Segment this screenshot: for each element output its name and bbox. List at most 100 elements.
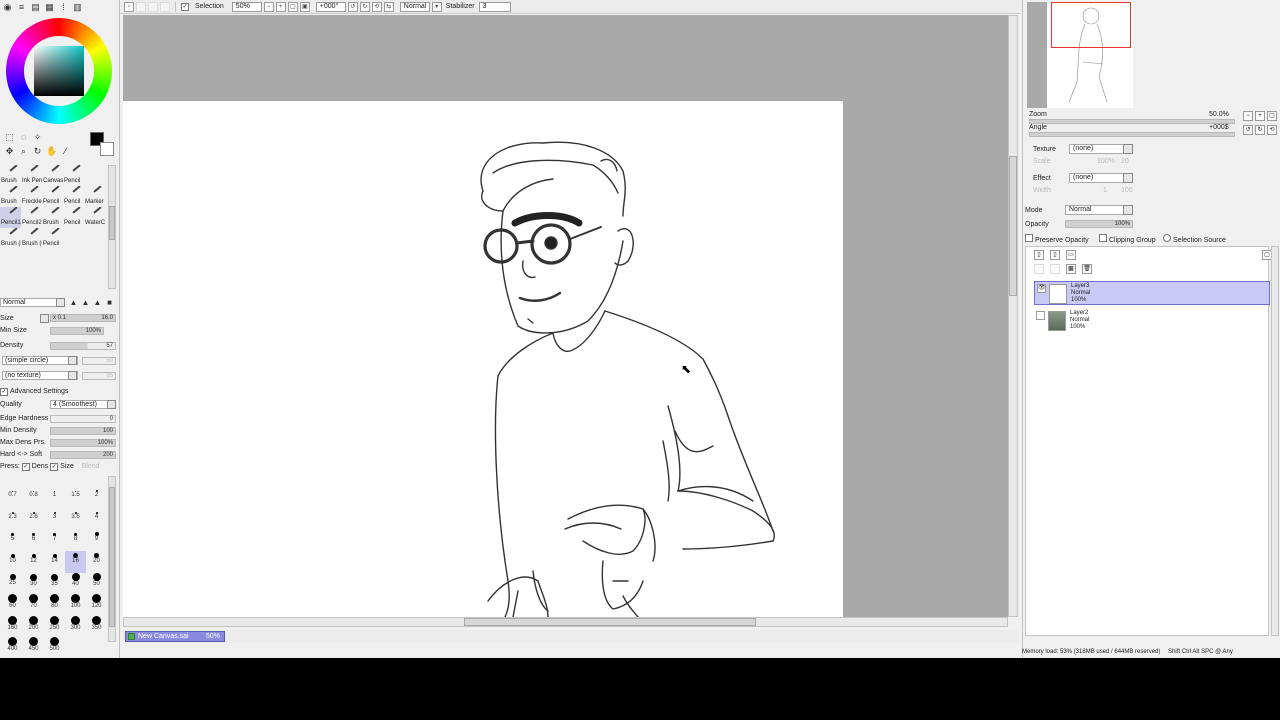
brush-size-option[interactable]: 450	[23, 637, 44, 659]
selection-clear-icon[interactable]	[160, 1, 170, 12]
color-wheel-mode-icon[interactable]: ◉	[2, 2, 13, 13]
canvas-horizontal-scroll-thumb[interactable]	[464, 618, 756, 626]
brush-tool-slot[interactable]: Pencil2	[21, 207, 42, 228]
rotate-left-icon[interactable]: ↺	[347, 1, 358, 12]
brush-size-option[interactable]: 200	[23, 615, 44, 637]
flip-horizontal-icon[interactable]: ⇆	[383, 1, 394, 12]
brush-size-option[interactable]: 7	[44, 529, 65, 551]
navigator-preview[interactable]	[1027, 2, 1133, 108]
zoom-out-icon[interactable]: −	[1243, 111, 1253, 121]
canvas-horizontal-scrollbar[interactable]	[123, 617, 1008, 627]
shape-strength[interactable]: 50	[82, 357, 116, 365]
brush-grid-scroll-thumb[interactable]	[109, 206, 115, 240]
new-layer-set-icon[interactable]: ▯	[1050, 250, 1060, 260]
chevron-down-icon[interactable]	[107, 400, 116, 409]
rotate-left-icon[interactable]: ↺	[1243, 125, 1253, 135]
new-folder-icon[interactable]: ▭	[1066, 250, 1076, 260]
zoom-slider[interactable]	[1029, 119, 1235, 124]
brush-size-option[interactable]: 4	[86, 508, 107, 530]
brush-size-option[interactable]: 500	[44, 637, 65, 659]
brush-size-option[interactable]: 100	[65, 594, 86, 616]
brush-blend-mode-select[interactable]: Normal	[0, 298, 64, 307]
angle-slider[interactable]	[1029, 132, 1235, 137]
max-dens-prs-slider[interactable]: 100%	[50, 439, 116, 447]
brush-size-option[interactable]: 70	[23, 594, 44, 616]
radio-icon[interactable]	[1163, 234, 1171, 242]
brush-size-option[interactable]: 20	[86, 551, 107, 573]
checkbox-icon[interactable]	[1099, 234, 1107, 242]
texture-strength[interactable]: 95	[82, 372, 116, 380]
brush-tool-slot[interactable]: Ink Pen	[21, 165, 42, 186]
brush-tool-slot[interactable]: Brush	[42, 207, 63, 228]
brush-tool-slot[interactable]: Brush (C	[21, 228, 42, 249]
brush-tool-slot[interactable]: Pencil	[42, 228, 63, 249]
layer-item-layer2[interactable]: Layer2 Normal 100%	[1034, 309, 1270, 333]
dens-checkbox-icon[interactable]: ✓	[21, 463, 30, 471]
chevron-down-icon[interactable]	[1123, 144, 1133, 154]
zoom-in-icon[interactable]: +	[275, 1, 286, 12]
selection-source-option[interactable]: Selection Source	[1163, 234, 1226, 244]
zoom-reset-icon[interactable]: ▢	[287, 1, 298, 12]
brush-size-option[interactable]: 3.5	[65, 508, 86, 530]
brush-tool-slot[interactable]: Pencil1	[0, 207, 21, 228]
density-slider[interactable]: 57	[50, 342, 116, 350]
brush-size-option[interactable]: 2	[86, 486, 107, 508]
color-wheel[interactable]	[6, 18, 112, 124]
rotation-input[interactable]: +000°	[315, 1, 346, 12]
brush-size-option[interactable]: 80	[44, 594, 65, 616]
brush-size-option[interactable]: 16	[65, 550, 86, 573]
new-layer-icon[interactable]: ▯	[1034, 250, 1044, 260]
chevron-down-icon[interactable]	[1123, 173, 1133, 183]
zoom-out-icon[interactable]: −	[263, 1, 274, 12]
brush-size-option[interactable]: 2.3	[2, 508, 23, 530]
swatch-mode-icon[interactable]: ▦	[44, 2, 55, 13]
size-slider[interactable]: x 0.1 16.0	[50, 314, 116, 322]
brush-size-option[interactable]: 40	[65, 572, 86, 594]
checkbox-icon[interactable]: ✓	[0, 388, 8, 396]
canvas-viewport[interactable]	[123, 15, 1018, 617]
size-grid-scroll-thumb[interactable]	[109, 487, 115, 627]
brush-size-option[interactable]: 0.7	[2, 486, 23, 508]
deselect-icon[interactable]: ▫	[124, 1, 134, 12]
brush-size-option[interactable]: 35	[44, 572, 65, 594]
brush-tool-slot[interactable]: Freckles	[21, 186, 42, 207]
background-color-swatch[interactable]	[100, 142, 114, 156]
layer-mask-icon[interactable]: ▩	[1066, 264, 1076, 274]
brush-tool-slot[interactable]: Marker	[84, 186, 105, 207]
brush-tool-slot[interactable]: Pencil	[42, 186, 63, 207]
slider-mode-icon[interactable]: ▤	[30, 2, 41, 13]
rotate-right-icon[interactable]: ↻	[1255, 125, 1265, 135]
brush-size-option[interactable]: 50	[86, 572, 107, 594]
brush-shape-round-icon[interactable]: ▲	[80, 297, 91, 308]
brush-size-option[interactable]: 14	[44, 551, 65, 573]
size-checkbox-icon[interactable]: ✓	[50, 463, 59, 471]
navigator-view-rect[interactable]	[1051, 2, 1131, 48]
eyedropper-icon[interactable]: ⁄	[60, 146, 71, 157]
brush-size-option[interactable]: 12	[23, 551, 44, 573]
chevron-down-icon[interactable]: ▾	[431, 1, 442, 12]
brush-tool-slot[interactable]: WaterCo	[84, 207, 105, 228]
brush-size-option[interactable]: 2.6	[23, 508, 44, 530]
zoom-reset-icon[interactable]: ▢	[1267, 111, 1277, 121]
chevron-down-icon[interactable]	[56, 298, 65, 307]
rect-select-icon[interactable]: ⬚	[4, 132, 15, 143]
rotate-reset-icon[interactable]: ⟲	[1267, 125, 1277, 135]
document-tab[interactable]: New Canvas.sai 50%	[125, 631, 225, 642]
canvas-vertical-scrollbar[interactable]	[1008, 15, 1018, 617]
brush-size-option[interactable]: 5	[2, 529, 23, 551]
chevron-down-icon[interactable]	[1123, 205, 1133, 215]
brush-size-option[interactable]: 250	[44, 615, 65, 637]
menu-icon[interactable]: ≡	[16, 2, 27, 13]
brush-size-option[interactable]: 120	[86, 594, 107, 616]
saturation-value-square[interactable]	[34, 46, 84, 96]
selection-fill-icon[interactable]	[148, 1, 158, 12]
brush-tool-slot[interactable]: Pencil	[63, 207, 84, 228]
brush-size-option[interactable]: 25	[2, 572, 23, 594]
rotate-right-icon[interactable]: ↻	[359, 1, 370, 12]
trash-icon[interactable]: 🗑	[1082, 264, 1092, 274]
invert-selection-icon[interactable]	[136, 1, 146, 12]
fit-window-icon[interactable]: ▣	[299, 1, 310, 12]
blend-mode-select[interactable]: Normal	[399, 1, 430, 12]
brush-tool-slot[interactable]	[84, 165, 105, 186]
brush-texture-select[interactable]: (no texture)	[2, 371, 78, 380]
